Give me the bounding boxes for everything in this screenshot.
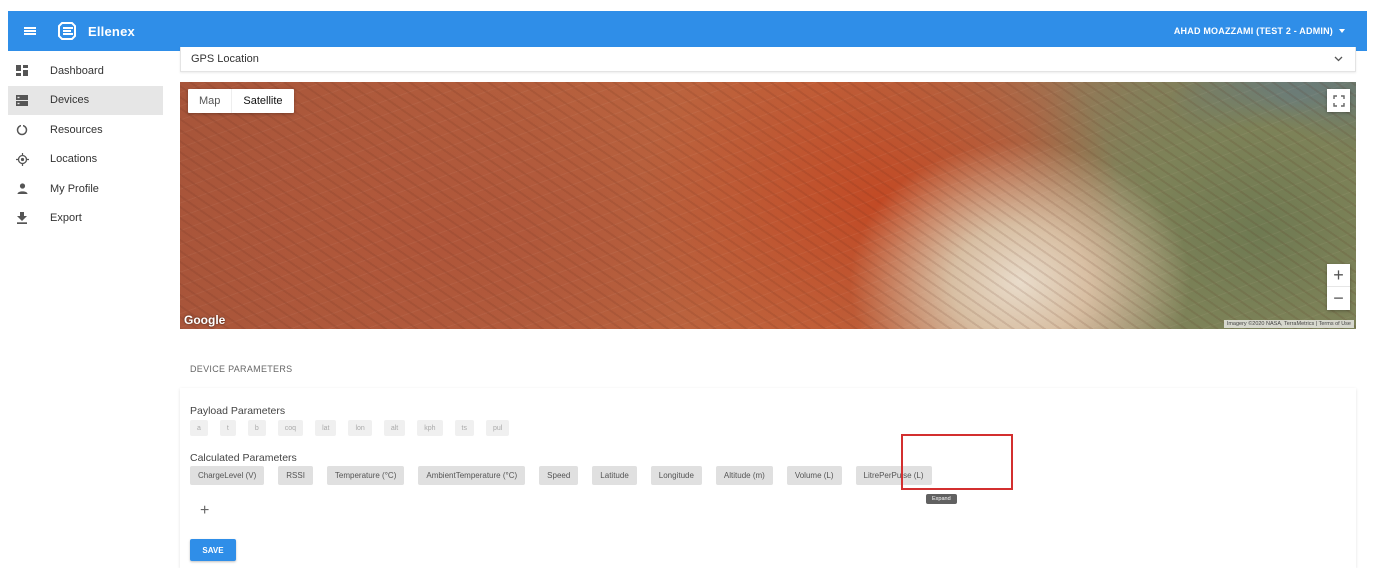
payload-chip[interactable]: b: [247, 420, 266, 436]
calculated-chip[interactable]: Longitude: [650, 466, 702, 485]
sidebar-item-label: Devices: [50, 94, 90, 107]
save-button[interactable]: SAVE: [190, 539, 236, 561]
payload-chip[interactable]: kph: [417, 420, 443, 436]
expand-tooltip: Expand: [926, 494, 957, 504]
sidebar-item-dashboard[interactable]: Dashboard: [8, 56, 163, 86]
sidebar-item-label: Locations: [50, 153, 98, 166]
sidebar-item-devices[interactable]: Devices: [8, 85, 163, 115]
calculated-chip[interactable]: Speed: [539, 466, 579, 485]
map-type-map-button[interactable]: Map: [188, 89, 231, 113]
dashboard-icon: [11, 65, 33, 77]
devices-icon: [11, 94, 33, 106]
payload-parameters-list: a t b coq lat lon alt kph ts pul: [190, 420, 521, 436]
sidebar-item-export[interactable]: Export: [8, 204, 163, 234]
sidebar-item-label: Resources: [50, 123, 103, 136]
payload-chip[interactable]: pul: [485, 420, 510, 436]
page: Ellenex AHAD MOAZZAMI (TEST 2 - ADMIN) D…: [0, 0, 1381, 568]
ellenex-logo-icon: [57, 20, 79, 42]
user-name: AHAD MOAZZAMI (TEST 2 - ADMIN): [1173, 26, 1333, 36]
payload-parameters-label: Payload Parameters: [190, 405, 286, 417]
zoom-in-button[interactable]: +: [1327, 264, 1350, 287]
location-icon: [11, 152, 33, 166]
app-title[interactable]: Ellenex: [88, 24, 135, 39]
calculated-chip[interactable]: Volume (L): [786, 466, 842, 485]
calculated-chip[interactable]: AmbientTemperature (°C): [418, 466, 526, 485]
map-type-toggle: Map Satellite: [188, 89, 294, 113]
download-icon: [11, 212, 33, 225]
chevron-down-icon: [1339, 29, 1345, 33]
payload-chip[interactable]: lat: [315, 420, 337, 436]
google-logo: Google: [184, 313, 226, 327]
map-attribution[interactable]: Imagery ©2020 NASA, TerraMetrics | Terms…: [1223, 320, 1354, 328]
app-bar: Ellenex AHAD MOAZZAMI (TEST 2 - ADMIN): [8, 11, 1367, 51]
sidebar-item-label: Export: [50, 212, 82, 225]
payload-chip[interactable]: coq: [277, 420, 304, 436]
device-parameters-card: Payload Parameters a t b coq lat lon alt…: [180, 388, 1356, 568]
sidebar: Dashboard Devices Resources Locations My…: [8, 56, 163, 233]
satellite-map[interactable]: Map Satellite + − Google Imagery ©2020 N…: [180, 82, 1356, 329]
gps-location-panel[interactable]: GPS Location: [180, 47, 1356, 72]
person-icon: [11, 183, 33, 195]
fullscreen-icon[interactable]: [1327, 89, 1350, 112]
map-terrain: [180, 82, 1356, 329]
sidebar-item-resources[interactable]: Resources: [8, 115, 163, 145]
sidebar-item-my-profile[interactable]: My Profile: [8, 174, 163, 204]
gps-location-label: GPS Location: [191, 53, 259, 65]
chevron-down-icon[interactable]: [1334, 53, 1343, 65]
zoom-out-button[interactable]: −: [1327, 287, 1350, 310]
calculated-chip[interactable]: ChargeLevel (V): [190, 466, 265, 485]
add-parameter-button[interactable]: +: [200, 502, 209, 520]
calculated-chip[interactable]: Latitude: [592, 466, 637, 485]
calculated-parameters-label: Calculated Parameters: [190, 452, 297, 464]
payload-chip[interactable]: alt: [383, 420, 406, 436]
sidebar-item-label: Dashboard: [50, 64, 104, 77]
calculated-parameters-list: ChargeLevel (V) RSSI Temperature (°C) Am…: [190, 466, 946, 485]
menu-icon[interactable]: [8, 11, 52, 51]
calculated-chip[interactable]: Temperature (°C): [326, 466, 405, 485]
section-title: DEVICE PARAMETERS: [190, 364, 293, 374]
map-type-satellite-button[interactable]: Satellite: [231, 89, 293, 113]
sidebar-item-locations[interactable]: Locations: [8, 145, 163, 175]
calculated-chip[interactable]: Altitude (m): [715, 466, 773, 485]
payload-chip[interactable]: a: [190, 420, 208, 436]
highlight-box: [901, 434, 1013, 490]
map-zoom-control: + −: [1327, 264, 1350, 310]
payload-chip[interactable]: lon: [348, 420, 372, 436]
payload-chip[interactable]: t: [219, 420, 236, 436]
resources-icon: [11, 124, 33, 136]
payload-chip[interactable]: ts: [454, 420, 474, 436]
user-menu[interactable]: AHAD MOAZZAMI (TEST 2 - ADMIN): [1174, 26, 1345, 36]
calculated-chip[interactable]: RSSI: [278, 466, 313, 485]
sidebar-item-label: My Profile: [50, 182, 99, 195]
